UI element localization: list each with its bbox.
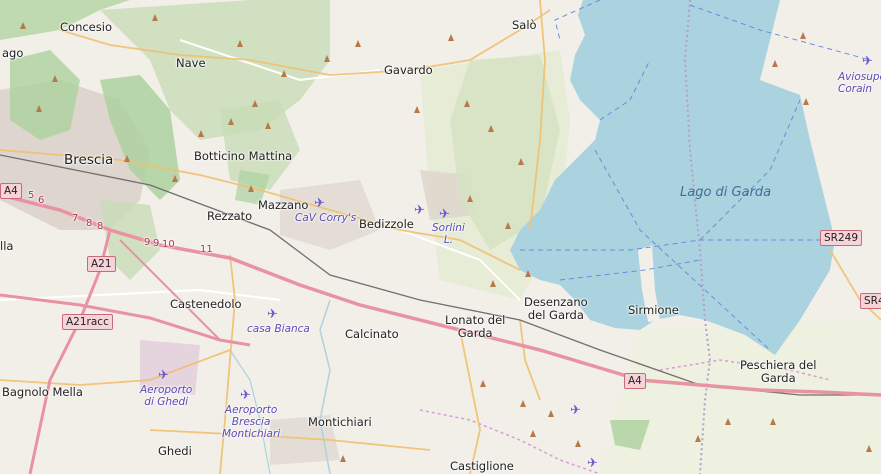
place-label-ghedi[interactable]: Ghedi	[158, 444, 192, 458]
place-label-bagnolo-mella[interactable]: Bagnolo Mella	[2, 385, 83, 399]
peak-icon	[770, 418, 776, 425]
place-label-rezzato[interactable]: Rezzato	[207, 209, 252, 223]
peak-icon	[52, 75, 58, 82]
place-label-castenedolo[interactable]: Castenedolo	[170, 297, 242, 311]
place-label-lonato-del-garda[interactable]: Lonato del Garda	[445, 313, 505, 340]
peak-icon	[490, 280, 496, 287]
peak-icon	[464, 100, 470, 107]
place-label-calcinato[interactable]: Calcinato	[345, 327, 399, 341]
airport-label-casa-bianca[interactable]: casa Bianca	[247, 323, 310, 335]
peak-icon	[237, 40, 243, 47]
peak-icon	[172, 175, 178, 182]
place-label-montichiari[interactable]: Montichiari	[308, 415, 372, 429]
airplane-icon[interactable]: ✈	[314, 197, 325, 210]
place-label-mazzano[interactable]: Mazzano	[258, 198, 308, 212]
airplane-icon[interactable]: ✈	[414, 204, 425, 217]
peak-icon	[36, 105, 42, 112]
junction-number: 9	[144, 237, 151, 248]
junction-number: 6	[38, 195, 45, 206]
place-label-nave[interactable]: Nave	[176, 56, 206, 70]
junction-number: 10	[162, 239, 175, 250]
place-label-concesio[interactable]: Concesio	[60, 20, 112, 34]
peak-icon	[480, 380, 486, 387]
peak-icon	[228, 118, 234, 125]
airplane-icon[interactable]: ✈	[240, 389, 251, 402]
place-label-edge-top: ago	[2, 46, 24, 60]
place-label-sirmione[interactable]: Sirmione	[628, 303, 679, 317]
airport-label-aeroporto-brescia-montichiari[interactable]: Aeroporto Brescia Montichiari	[222, 404, 280, 440]
peak-icon	[252, 100, 258, 107]
place-label-botticino-mattina[interactable]: Botticino Mattina	[194, 149, 292, 163]
junction-number: 8	[86, 218, 93, 229]
junction-number: 8	[97, 221, 104, 232]
peak-icon	[281, 70, 287, 77]
map-view[interactable]: Lago di Garda Concesio Nave Gavardo Salò…	[0, 0, 881, 474]
airplane-icon[interactable]: ✈	[267, 308, 278, 321]
junction-number: 5	[28, 190, 35, 201]
place-label-edge-mid: lla	[0, 239, 14, 253]
peak-icon	[198, 130, 204, 137]
peak-icon	[725, 418, 731, 425]
place-label-gavardo[interactable]: Gavardo	[384, 63, 433, 77]
peak-icon	[518, 158, 524, 165]
peak-icon	[248, 185, 254, 192]
place-label-castiglione[interactable]: Castiglione	[450, 459, 514, 473]
peak-icon	[467, 195, 473, 202]
road-shield-sr249: SR249	[820, 230, 863, 246]
peak-icon	[520, 400, 526, 407]
peak-icon	[340, 455, 346, 462]
peak-icon	[800, 32, 806, 39]
road-shield-a21: A21	[87, 256, 116, 272]
peak-icon	[324, 55, 330, 62]
peak-icon	[530, 430, 536, 437]
airplane-icon[interactable]: ✈	[570, 404, 581, 417]
peak-icon	[525, 270, 531, 277]
peak-icon	[124, 155, 130, 162]
airplane-icon[interactable]: ✈	[158, 369, 169, 382]
airport-label-sorlini[interactable]: Sorlini L.	[432, 222, 465, 246]
lake-label: Lago di Garda	[680, 185, 772, 200]
peak-icon	[20, 22, 26, 29]
junction-number: 7	[72, 213, 79, 224]
peak-icon	[505, 222, 511, 229]
road-shield-a4: A4	[0, 183, 22, 199]
peak-icon	[548, 410, 554, 417]
place-label-peschiera-del-garda[interactable]: Peschiera del Garda	[740, 358, 816, 385]
peak-icon	[488, 125, 494, 132]
junction-number: 9	[153, 238, 160, 249]
airplane-icon[interactable]: ✈	[862, 55, 873, 68]
peak-icon	[448, 34, 454, 41]
airplane-icon[interactable]: ✈	[439, 208, 450, 221]
peak-icon	[414, 106, 420, 113]
peak-icon	[265, 122, 271, 129]
road-shield-a21racc: A21racc	[62, 314, 113, 330]
road-shield-a4: A4	[624, 373, 646, 389]
junction-number: 11	[200, 244, 213, 255]
airport-label-cav-corrys[interactable]: CaV Corry's	[295, 212, 356, 224]
peak-icon	[803, 98, 809, 105]
place-label-salo[interactable]: Salò	[512, 18, 537, 32]
place-label-bedizzole[interactable]: Bedizzole	[359, 217, 414, 231]
peak-icon	[866, 445, 872, 452]
airport-label-aviosuperficie-corain[interactable]: Aviosuper Corain	[838, 71, 881, 95]
place-label-brescia[interactable]: Brescia	[64, 152, 113, 169]
peak-icon	[772, 60, 778, 67]
airplane-icon[interactable]: ✈	[587, 457, 598, 470]
peak-icon	[152, 14, 158, 21]
place-label-desenzano-del-garda[interactable]: Desenzano del Garda	[524, 295, 588, 322]
airport-label-aeroporto-di-ghedi[interactable]: Aeroporto di Ghedi	[140, 384, 192, 408]
peak-icon	[355, 40, 361, 47]
road-shield-sr: SR4	[860, 293, 881, 309]
peak-icon	[575, 440, 581, 447]
peak-icon	[695, 435, 701, 442]
